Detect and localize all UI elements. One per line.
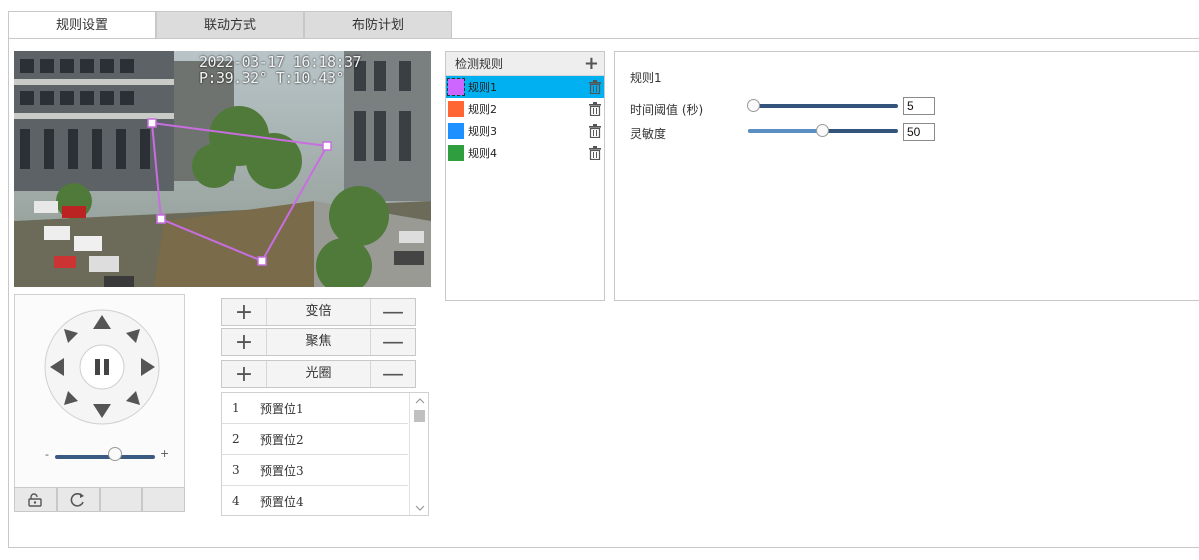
- ptz-bottom-toolbar: [14, 487, 185, 512]
- focus-near-button[interactable]: +: [222, 329, 266, 355]
- preset-number: 3: [232, 463, 240, 477]
- tab-arming-schedule[interactable]: 布防计划: [304, 11, 452, 39]
- rule-item[interactable]: 规则3: [446, 120, 604, 142]
- ptz-speed-slider[interactable]: [55, 455, 155, 459]
- preset-item[interactable]: 3 预置位3: [222, 455, 408, 486]
- rule-detail-title: 规则1: [630, 71, 662, 85]
- trash-icon[interactable]: [589, 80, 601, 94]
- rule-name: 规则2: [468, 103, 497, 116]
- pan-down-left-icon[interactable]: [64, 391, 78, 405]
- sensitivity-fill: [748, 129, 823, 133]
- scroll-up-icon[interactable]: [415, 397, 425, 404]
- iris-close-button[interactable]: —: [371, 361, 415, 387]
- lock-icon: [28, 492, 43, 507]
- ptz-control-panel: - +: [14, 294, 185, 512]
- rule-color-swatch: [448, 123, 464, 139]
- rule-color-swatch: [448, 101, 464, 117]
- iris-open-button[interactable]: +: [222, 361, 266, 387]
- pan-down-right-icon[interactable]: [126, 391, 140, 405]
- time-threshold-input[interactable]: [903, 97, 935, 115]
- zoom-control: + 变倍 —: [221, 298, 416, 326]
- zoom-label: 变倍: [266, 299, 371, 325]
- tab-rule-settings[interactable]: 规则设置: [8, 11, 156, 40]
- pause-icon[interactable]: [95, 359, 109, 375]
- rule-name: 规则1: [468, 81, 497, 94]
- focus-control: + 聚焦 —: [221, 328, 416, 356]
- scroll-down-icon[interactable]: [415, 505, 425, 512]
- pan-down-icon[interactable]: [93, 404, 111, 418]
- trash-icon[interactable]: [589, 146, 601, 160]
- trash-icon[interactable]: [589, 124, 601, 138]
- rule-color-swatch: [448, 145, 464, 161]
- pan-up-right-icon[interactable]: [126, 329, 140, 343]
- ptz-speed-handle[interactable]: [108, 447, 122, 461]
- preset-item[interactable]: 1 预置位1: [222, 393, 408, 424]
- focus-far-button[interactable]: —: [371, 329, 415, 355]
- zoom-out-button[interactable]: —: [371, 299, 415, 325]
- time-threshold-label: 时间阈值 (秒): [630, 103, 704, 117]
- focus-label: 聚焦: [266, 329, 371, 355]
- sensitivity-slider[interactable]: [748, 124, 898, 137]
- rotate-button[interactable]: [56, 487, 100, 512]
- rule-list-header: 检测规则 +: [446, 52, 604, 76]
- rule-list-title: 检测规则: [455, 57, 504, 71]
- rule-item[interactable]: 规则4: [446, 142, 604, 164]
- preset-number: 4: [232, 494, 240, 508]
- sensitivity-label: 灵敏度: [630, 127, 667, 141]
- preset-list: 1 预置位1 2 预置位2 3 预置位3 4 预置位4: [221, 392, 429, 516]
- plus-icon[interactable]: +: [584, 52, 599, 76]
- rule-name: 规则3: [468, 125, 497, 138]
- pan-up-icon[interactable]: [93, 315, 111, 329]
- detection-rule-list: 检测规则 + 规则1 规则2 规则3 规则4: [445, 51, 605, 301]
- sensitivity-input[interactable]: [903, 123, 935, 141]
- ptz-speed-minus: -: [45, 448, 49, 461]
- lock-button[interactable]: [14, 487, 57, 512]
- preset-name: 预置位1: [260, 401, 304, 416]
- rule-detail-panel: 规则1 时间阈值 (秒) 灵敏度: [614, 51, 1199, 301]
- preset-name: 预置位4: [260, 494, 304, 509]
- preset-scrollbar[interactable]: [409, 393, 428, 515]
- rule-name: 规则4: [468, 147, 497, 160]
- rule-item[interactable]: 规则2: [446, 98, 604, 120]
- iris-label: 光圈: [266, 361, 371, 387]
- time-threshold-slider[interactable]: [747, 99, 898, 112]
- video-preview[interactable]: 2022-03-17 16:18:37 P:39.32° T:10.43°: [14, 51, 431, 287]
- preset-item[interactable]: 2 预置位2: [222, 424, 408, 455]
- pan-left-icon[interactable]: [50, 358, 64, 376]
- trash-icon[interactable]: [589, 102, 601, 116]
- pan-up-left-icon[interactable]: [64, 329, 78, 343]
- sensitivity-handle[interactable]: [816, 124, 829, 137]
- time-threshold-handle[interactable]: [747, 99, 760, 112]
- preset-name: 预置位2: [260, 432, 304, 447]
- preset-item[interactable]: 4 预置位4: [222, 486, 408, 515]
- pan-right-icon[interactable]: [141, 358, 155, 376]
- rule-item[interactable]: 规则1: [446, 76, 604, 98]
- preset-name: 预置位3: [260, 463, 304, 478]
- rule-color-swatch: [447, 78, 465, 96]
- toolbar-button-3[interactable]: [99, 487, 143, 512]
- preset-number: 2: [232, 432, 240, 446]
- toolbar-button-4[interactable]: [142, 487, 185, 512]
- preset-number: 1: [232, 401, 240, 415]
- iris-control: + 光圈 —: [221, 360, 416, 388]
- tab-bar: 规则设置 联动方式 布防计划: [8, 11, 452, 40]
- scrollbar-thumb[interactable]: [414, 410, 425, 422]
- osd-ptz-position: P:39.32° T:10.43°: [199, 69, 345, 87]
- rotate-icon: [70, 492, 85, 507]
- zoom-in-button[interactable]: +: [222, 299, 266, 325]
- ptz-speed-plus: +: [160, 447, 170, 460]
- tab-linkage[interactable]: 联动方式: [156, 11, 304, 39]
